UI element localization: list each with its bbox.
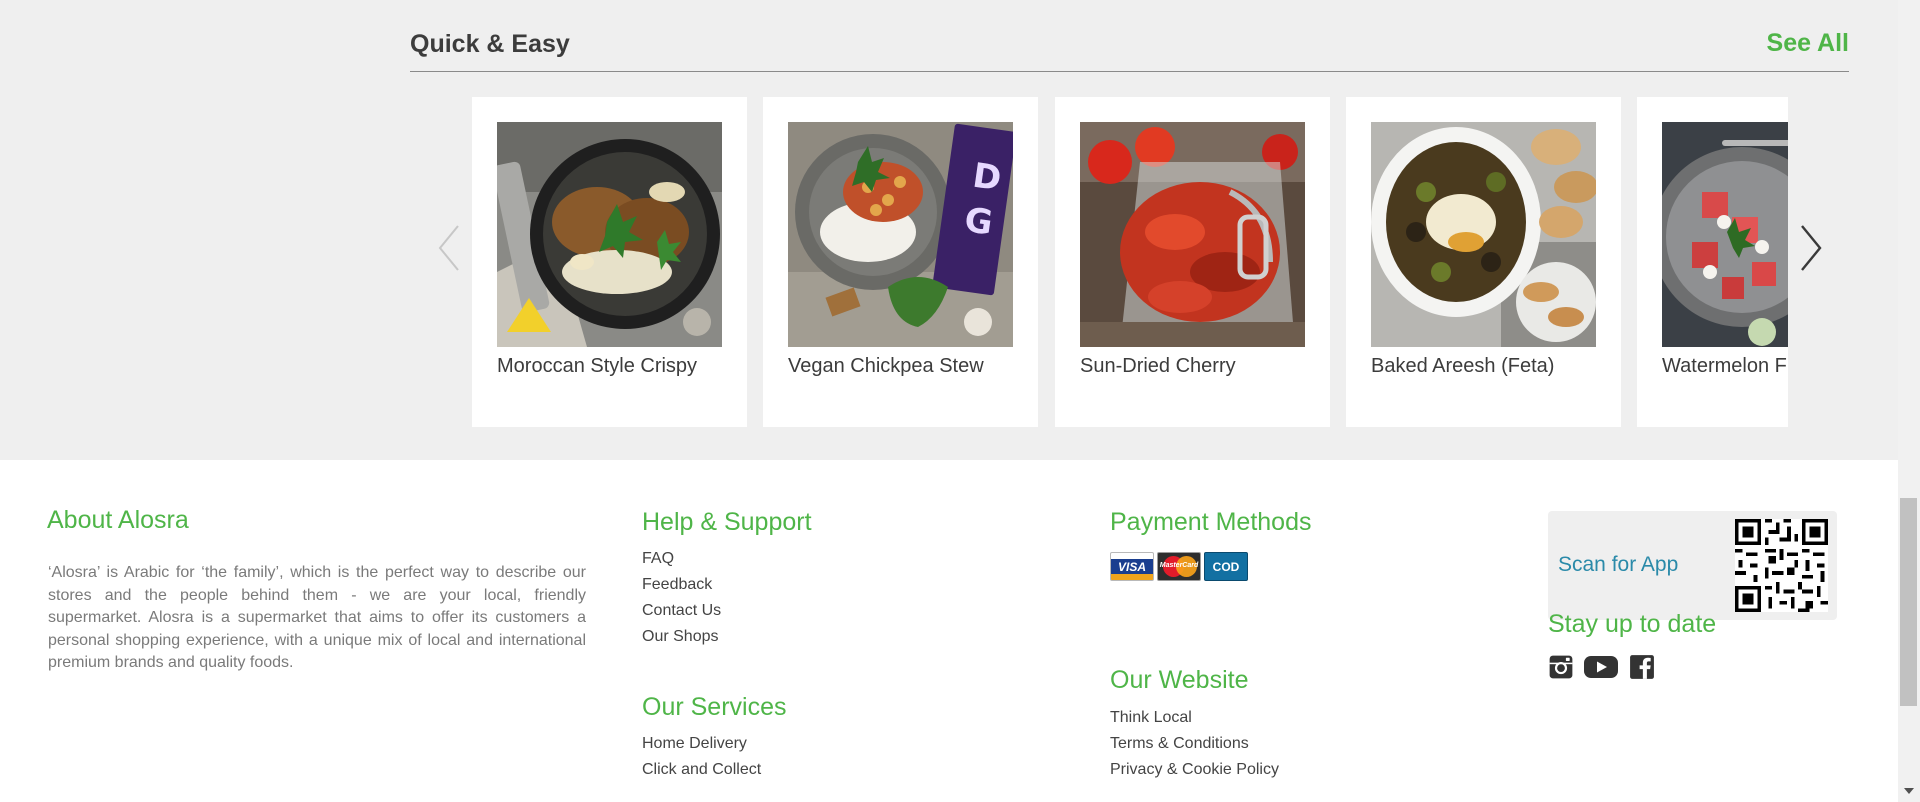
- carousel-prev-button[interactable]: [434, 222, 464, 274]
- instagram-icon[interactable]: [1548, 653, 1574, 681]
- recipe-image[interactable]: [1371, 122, 1596, 347]
- cod-icon: COD: [1204, 552, 1248, 581]
- recipe-image[interactable]: D G: [788, 122, 1013, 347]
- recipe-name[interactable]: Moroccan Style Crispy: [497, 355, 697, 378]
- click-and-collect-link[interactable]: Click and Collect: [642, 761, 761, 779]
- chevron-right-icon: [1801, 225, 1822, 271]
- scroll-down-arrow-icon[interactable]: [1904, 788, 1914, 794]
- recipe-image[interactable]: [1080, 122, 1305, 347]
- recipe-card[interactable]: Sun-Dried Cherry: [1055, 97, 1330, 427]
- see-all-link[interactable]: See All: [1767, 29, 1849, 58]
- feedback-link[interactable]: Feedback: [642, 576, 712, 594]
- think-local-link[interactable]: Think Local: [1110, 709, 1192, 727]
- recipe-name[interactable]: Vegan Chickpea Stew: [788, 355, 984, 378]
- scrollbar-thumb[interactable]: [1900, 498, 1917, 706]
- svg-text:G: G: [962, 200, 995, 243]
- recipe-name[interactable]: Baked Areesh (Feta): [1371, 355, 1554, 378]
- our-website-title: Our Website: [1110, 666, 1249, 694]
- qr-code-icon[interactable]: [1735, 519, 1828, 612]
- privacy-cookie-policy-link[interactable]: Privacy & Cookie Policy: [1110, 761, 1279, 779]
- recipe-card[interactable]: Watermelon F: [1637, 97, 1788, 427]
- svg-text:D: D: [970, 156, 1004, 200]
- site-footer: About Alosra ‘Alosra’ is Arabic for ‘the…: [0, 460, 1898, 802]
- our-services-title: Our Services: [642, 693, 787, 721]
- payment-methods-title: Payment Methods: [1110, 508, 1312, 536]
- about-title: About Alosra: [47, 506, 189, 534]
- recipe-carousel: Moroccan Style Crispy D G Vegan Chickpea…: [472, 97, 1788, 427]
- stay-up-to-date-title: Stay up to date: [1548, 610, 1717, 638]
- home-delivery-link[interactable]: Home Delivery: [642, 735, 747, 753]
- about-text: ‘Alosra’ is Arabic for ‘the family’, whi…: [48, 564, 586, 672]
- terms-conditions-link[interactable]: Terms & Conditions: [1110, 735, 1249, 753]
- chevron-left-icon: [438, 225, 459, 271]
- carousel-next-button[interactable]: [1796, 222, 1826, 274]
- section-title: Quick & Easy: [410, 30, 570, 58]
- youtube-icon[interactable]: [1584, 653, 1618, 681]
- recipe-name[interactable]: Sun-Dried Cherry: [1080, 355, 1236, 378]
- scan-for-app-link[interactable]: Scan for App: [1558, 553, 1678, 577]
- page-scrollbar[interactable]: [1898, 0, 1920, 802]
- contact-us-link[interactable]: Contact Us: [642, 602, 721, 620]
- mastercard-icon: MasterCard: [1157, 552, 1201, 581]
- recipe-image[interactable]: [497, 122, 722, 347]
- facebook-icon[interactable]: [1629, 653, 1655, 681]
- section-header: Quick & Easy See All: [410, 29, 1849, 72]
- recipe-card[interactable]: Moroccan Style Crispy: [472, 97, 747, 427]
- recipe-name[interactable]: Watermelon F: [1662, 355, 1787, 378]
- recipe-card[interactable]: Baked Areesh (Feta): [1346, 97, 1621, 427]
- recipe-image[interactable]: [1662, 122, 1788, 347]
- quick-easy-section: Quick & Easy See All Moroccan Style Cris…: [0, 0, 1898, 460]
- faq-link[interactable]: FAQ: [642, 550, 674, 568]
- app-download-box: Scan for App: [1548, 511, 1837, 620]
- our-shops-link[interactable]: Our Shops: [642, 628, 718, 646]
- visa-icon: VISA: [1110, 552, 1154, 581]
- help-support-title: Help & Support: [642, 508, 812, 536]
- recipe-card[interactable]: D G Vegan Chickpea Stew: [763, 97, 1038, 427]
